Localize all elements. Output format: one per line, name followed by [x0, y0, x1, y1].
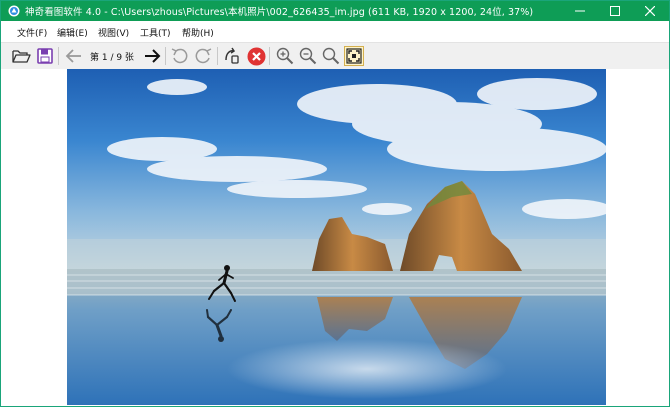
- rotate-right-button[interactable]: [193, 46, 213, 66]
- actual-size-icon: [322, 47, 340, 65]
- menu-file[interactable]: 文件(F): [17, 26, 47, 39]
- delete-icon: [247, 47, 265, 65]
- toolbar-divider: [165, 47, 166, 65]
- maximize-button[interactable]: [598, 1, 632, 21]
- water-glow: [227, 339, 507, 399]
- fit-window-button[interactable]: [344, 46, 364, 66]
- minimize-icon: [575, 10, 585, 12]
- window-title: 神奇看图软件 4.0 - C:\Users\zhous\Pictures\本机照…: [25, 7, 534, 18]
- page-indicator: 第 1 / 9 张: [90, 53, 134, 63]
- next-button[interactable]: [142, 46, 162, 66]
- rotate-left-button[interactable]: [170, 46, 190, 66]
- open-button[interactable]: [11, 46, 31, 66]
- next-arrow-icon: [145, 49, 161, 63]
- toolbar-divider: [269, 47, 270, 65]
- menu-bar: 文件(F) 编辑(E) 视图(V) 工具(T) 帮助(H): [1, 21, 669, 41]
- recycle-icon: [225, 47, 239, 64]
- close-icon: [645, 6, 655, 16]
- delete-button[interactable]: [246, 46, 266, 66]
- toolbar: 第 1 / 9 张: [1, 42, 669, 70]
- minimize-button[interactable]: [563, 1, 597, 21]
- fit-window-icon: [346, 48, 362, 64]
- close-button[interactable]: [633, 1, 667, 21]
- title-bar[interactable]: 神奇看图软件 4.0 - C:\Users\zhous\Pictures\本机照…: [1, 1, 669, 21]
- waves: [67, 269, 606, 295]
- zoom-in-button[interactable]: [275, 46, 295, 66]
- zoom-out-icon: [299, 47, 317, 65]
- toolbar-divider: [58, 47, 59, 65]
- menu-view[interactable]: 视图(V): [98, 26, 129, 39]
- rotate-left-icon: [171, 48, 188, 64]
- actual-size-button[interactable]: [321, 46, 341, 66]
- recycle-button[interactable]: [222, 46, 242, 66]
- app-window: 神奇看图软件 4.0 - C:\Users\zhous\Pictures\本机照…: [0, 0, 670, 407]
- previous-button[interactable]: [64, 46, 84, 66]
- save-button[interactable]: [35, 46, 55, 66]
- image-viewer[interactable]: [1, 69, 669, 406]
- zoom-in-icon: [276, 47, 294, 65]
- app-logo-icon: [8, 5, 20, 17]
- menu-help[interactable]: 帮助(H): [182, 26, 214, 39]
- open-folder-icon: [11, 50, 31, 63]
- menu-edit[interactable]: 编辑(E): [57, 26, 88, 39]
- photo-canvas[interactable]: [67, 69, 606, 405]
- rotate-right-icon: [195, 48, 212, 64]
- toolbar-divider: [217, 47, 218, 65]
- menu-tools[interactable]: 工具(T): [140, 26, 171, 39]
- maximize-icon: [610, 6, 620, 16]
- zoom-out-button[interactable]: [298, 46, 318, 66]
- save-icon: [37, 48, 53, 64]
- previous-arrow-icon: [65, 49, 81, 63]
